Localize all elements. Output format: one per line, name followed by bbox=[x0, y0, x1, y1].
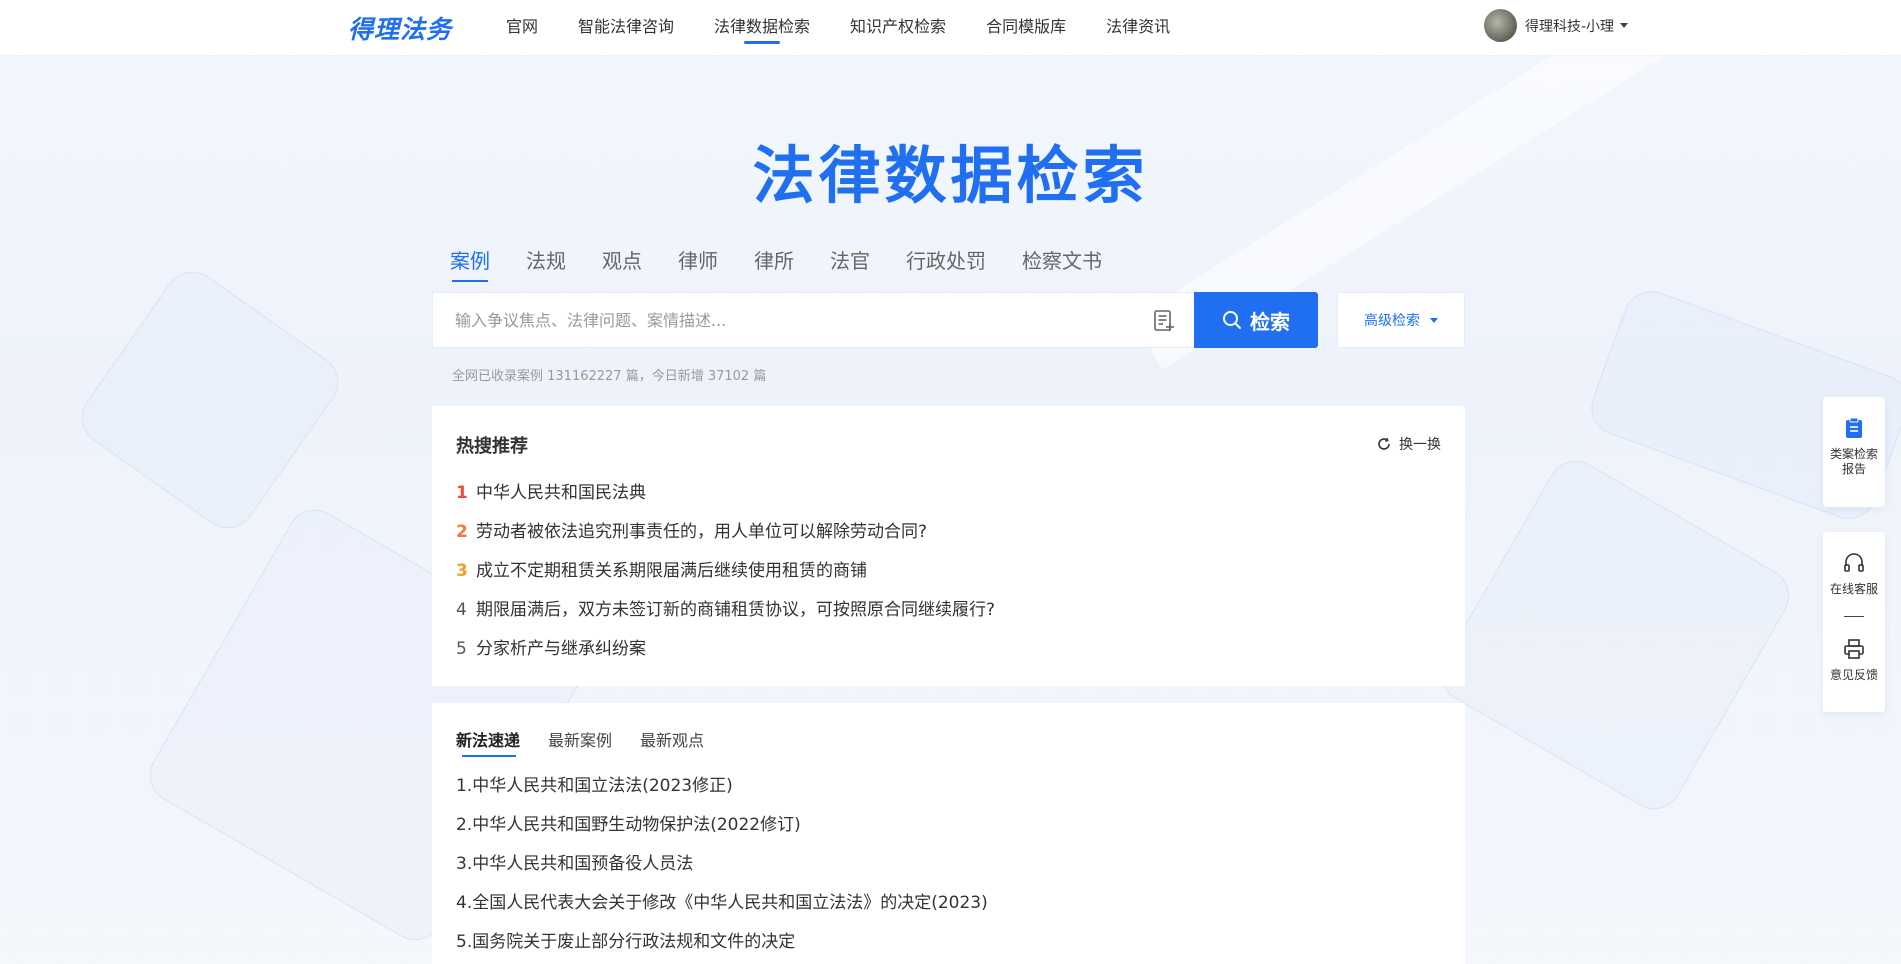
feedback-button[interactable]: 意见反馈 bbox=[1823, 638, 1885, 683]
online-service-button[interactable]: 在线客服 bbox=[1823, 552, 1885, 597]
search-box bbox=[432, 292, 1195, 348]
list-item[interactable]: 2.中华人民共和国野生动物保护法(2022修订) bbox=[456, 806, 988, 845]
hot-item-text: 成立不定期租赁关系期限届满后继续使用租赁的商铺 bbox=[476, 561, 867, 581]
list-item[interactable]: 3.中华人民共和国预备役人员法 bbox=[456, 845, 988, 884]
refresh-label: 换一换 bbox=[1399, 437, 1441, 453]
list-item[interactable]: 4 期限届满后，双方未签订新的商铺租赁协议，可按照原合同继续履行? bbox=[456, 591, 995, 630]
search-icon bbox=[1223, 311, 1241, 329]
tab-law-firms[interactable]: 律所 bbox=[754, 245, 794, 282]
floating-report-panel: 类案检索报告 bbox=[1823, 397, 1885, 507]
hot-item-text: 期限届满后，双方未签订新的商铺租赁协议，可按照原合同继续履行? bbox=[476, 600, 996, 620]
news-card: 新法速递 最新案例 最新观点 1.中华人民共和国立法法(2023修正) 2.中华… bbox=[432, 703, 1465, 964]
background-decoration bbox=[70, 260, 350, 540]
list-item[interactable]: 5 分家析产与继承纠纷案 bbox=[456, 630, 995, 669]
tab-cases[interactable]: 案例 bbox=[450, 245, 490, 282]
document-upload-icon[interactable] bbox=[1153, 309, 1175, 333]
news-tabs: 新法速递 最新案例 最新观点 bbox=[456, 727, 732, 757]
list-item[interactable]: 1.中华人民共和国立法法(2023修正) bbox=[456, 767, 988, 806]
tab-latest-cases[interactable]: 最新案例 bbox=[548, 727, 612, 757]
hot-search-list: 1 中华人民共和国民法典 2 劳动者被依法追究刑事责任的，用人单位可以解除劳动合同?… bbox=[456, 474, 995, 669]
main-nav: 官网 智能法律咨询 法律数据检索 知识产权检索 合同模版库 法律资讯 bbox=[506, 0, 1210, 55]
printer-feedback-icon bbox=[1844, 639, 1864, 659]
tab-lawyers[interactable]: 律师 bbox=[678, 245, 718, 282]
rank-number: 1 bbox=[456, 483, 468, 503]
tab-regulations[interactable]: 法规 bbox=[526, 245, 566, 282]
page-title: 法律数据检索 bbox=[752, 139, 1149, 212]
search-button[interactable]: 检索 bbox=[1194, 292, 1318, 348]
hot-item-text: 劳动者被依法追究刑事责任的，用人单位可以解除劳动合同? bbox=[476, 522, 928, 542]
user-name: 得理科技-小理 bbox=[1525, 18, 1615, 35]
rank-number: 2 bbox=[456, 522, 468, 542]
nav-item-ip-search[interactable]: 知识产权检索 bbox=[850, 0, 946, 55]
floating-service-panel: 在线客服 意见反馈 bbox=[1823, 532, 1885, 712]
tab-viewpoints[interactable]: 观点 bbox=[602, 245, 642, 282]
search-type-tabs: 案例 法规 观点 律师 律所 法官 行政处罚 检察文书 bbox=[450, 245, 1138, 282]
clipboard-icon bbox=[1846, 417, 1862, 438]
rank-number: 4 bbox=[456, 600, 467, 620]
chevron-down-icon bbox=[1430, 317, 1438, 323]
hot-search-card: 热搜推荐 换一换 1 中华人民共和国民法典 2 劳动者被依法追究刑事责任的，用人单位… bbox=[432, 406, 1465, 686]
chevron-down-icon bbox=[1620, 23, 1629, 28]
nav-item-legal-data-search[interactable]: 法律数据检索 bbox=[714, 0, 810, 55]
divider bbox=[1844, 616, 1864, 617]
avatar bbox=[1484, 9, 1517, 42]
nav-item-legal-news[interactable]: 法律资讯 bbox=[1106, 0, 1170, 55]
collection-stats: 全网已收录案例 131162227 篇，今日新增 37102 篇 bbox=[452, 369, 767, 384]
tab-admin-penalties[interactable]: 行政处罚 bbox=[906, 245, 986, 282]
top-navbar: 得理法务 官网 智能法律咨询 法律数据检索 知识产权检索 合同模版库 法律资讯 … bbox=[0, 0, 1901, 55]
rank-number: 3 bbox=[456, 561, 468, 581]
refresh-button[interactable]: 换一换 bbox=[1377, 434, 1441, 454]
tab-new-laws[interactable]: 新法速递 bbox=[456, 727, 520, 757]
nav-item-official-site[interactable]: 官网 bbox=[506, 0, 538, 55]
list-item[interactable]: 3 成立不定期租赁关系期限届满后继续使用租赁的商铺 bbox=[456, 552, 995, 591]
advanced-search-button[interactable]: 高级检索 bbox=[1337, 292, 1465, 348]
list-item[interactable]: 4.全国人民代表大会关于修改《中华人民共和国立法法》的决定(2023) bbox=[456, 884, 988, 923]
report-label: 类案检索报告 bbox=[1829, 447, 1878, 476]
hot-search-title: 热搜推荐 bbox=[456, 436, 528, 457]
nav-item-contract-templates[interactable]: 合同模版库 bbox=[986, 0, 1066, 55]
tab-latest-viewpoints[interactable]: 最新观点 bbox=[640, 727, 704, 757]
news-list: 1.中华人民共和国立法法(2023修正) 2.中华人民共和国野生动物保护法(20… bbox=[456, 767, 988, 962]
brand-logo[interactable]: 得理法务 bbox=[348, 10, 452, 46]
list-item[interactable]: 1 中华人民共和国民法典 bbox=[456, 474, 995, 513]
user-menu[interactable]: 得理科技-小理 bbox=[1484, 9, 1629, 42]
list-item[interactable]: 5.国务院关于废止部分行政法规和文件的决定 bbox=[456, 923, 988, 962]
search-button-label: 检索 bbox=[1250, 309, 1290, 334]
similar-case-report-button[interactable]: 类案检索报告 bbox=[1823, 417, 1885, 477]
feedback-label: 意见反馈 bbox=[1829, 668, 1878, 682]
hot-item-text: 中华人民共和国民法典 bbox=[476, 483, 646, 503]
tab-judges[interactable]: 法官 bbox=[830, 245, 870, 282]
tab-procuratorate-docs[interactable]: 检察文书 bbox=[1022, 245, 1102, 282]
advanced-search-label: 高级检索 bbox=[1364, 313, 1420, 329]
list-item[interactable]: 2 劳动者被依法追究刑事责任的，用人单位可以解除劳动合同? bbox=[456, 513, 995, 552]
rank-number: 5 bbox=[456, 639, 467, 659]
refresh-icon bbox=[1378, 438, 1390, 450]
headset-icon bbox=[1844, 553, 1864, 572]
nav-item-legal-consult[interactable]: 智能法律咨询 bbox=[578, 0, 674, 55]
search-input[interactable] bbox=[455, 293, 1115, 347]
hot-item-text: 分家析产与继承纠纷案 bbox=[476, 639, 646, 659]
background-decoration bbox=[1430, 450, 1800, 820]
online-service-label: 在线客服 bbox=[1829, 582, 1878, 596]
